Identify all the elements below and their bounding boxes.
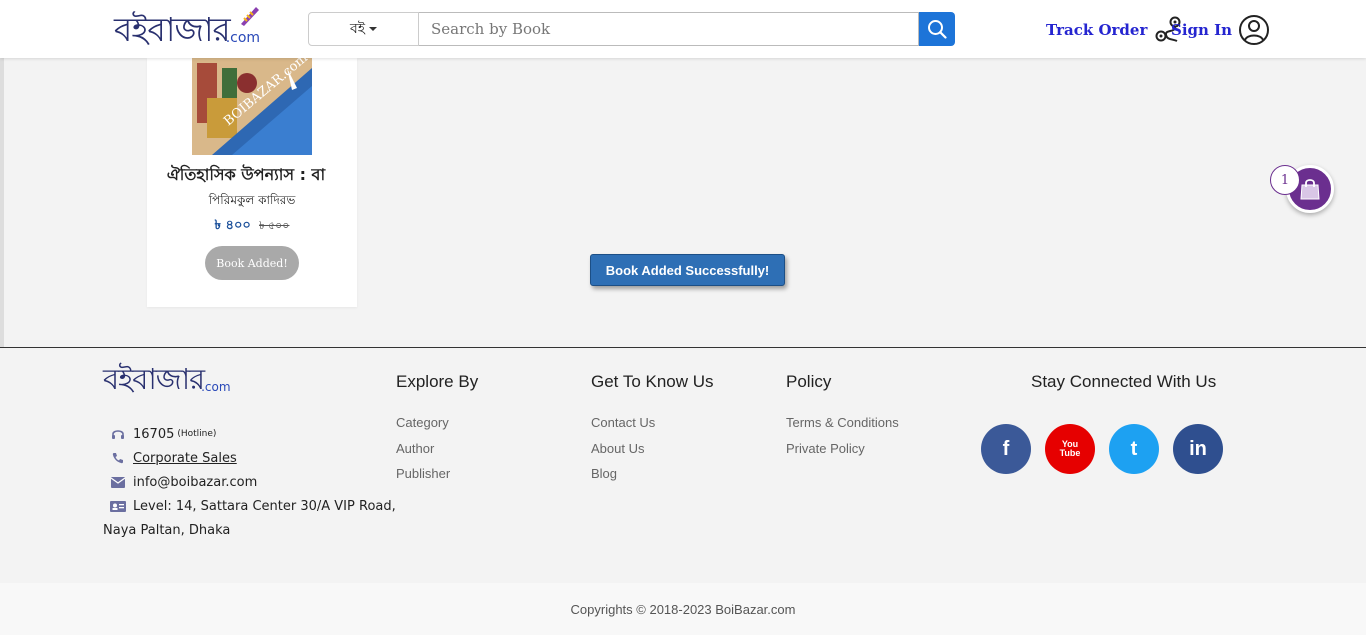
copyright-bar: Copyrights © 2018-2023 BoiBazar.com <box>0 583 1366 635</box>
email-text[interactable]: info@boibazar.com <box>133 475 257 490</box>
cart-count-badge: 1 <box>1270 165 1300 195</box>
youtube-glyph: You Tube <box>1059 439 1081 458</box>
twitter-glyph: t <box>1130 437 1138 460</box>
terms-link[interactable]: Terms & Conditions <box>786 414 899 440</box>
book-added-button[interactable]: Book Added! <box>205 246 299 280</box>
category-select[interactable]: বই <box>308 12 419 46</box>
facebook-glyph: f <box>1002 437 1010 460</box>
hotline-label: (Hotline) <box>177 429 217 439</box>
id-card-icon <box>103 500 133 512</box>
corporate-sales-link[interactable]: Corporate Sales <box>133 451 237 466</box>
footer-contact: 16705 (Hotline) Corporate Sales info@boi… <box>103 422 396 542</box>
book-card[interactable]: BOIBAZAR.com ঐতিহাসিক উপন্যাস : বা পিরিম… <box>147 58 357 307</box>
corporate-row: Corporate Sales <box>103 446 396 470</box>
headset-icon <box>103 427 133 441</box>
search-bar: বই <box>308 12 955 46</box>
footer-logo-text: বইবাজার <box>103 362 205 396</box>
privacy-link[interactable]: Private Policy <box>786 440 899 466</box>
footer-logo-suffix: .com <box>201 380 231 394</box>
book-price: ৳ ৪০০ ৳ ৫০০ <box>147 216 357 237</box>
price-original: ৳ ৫০০ <box>259 219 290 232</box>
search-icon <box>928 20 947 39</box>
search-button[interactable] <box>919 12 955 46</box>
logo-pen-icon <box>241 7 260 26</box>
envelope-icon <box>103 476 133 488</box>
address-line1: Level: 14, Sattara Center 30/A VIP Road, <box>133 498 396 514</box>
policy-column: Policy Terms & Conditions Private Policy <box>786 372 899 465</box>
twitter-icon[interactable]: t <box>1109 424 1159 474</box>
explore-link-author[interactable]: Author <box>396 440 478 466</box>
site-logo[interactable]: বইবাজার .com <box>114 4 260 50</box>
sign-in-label: Sign In <box>1171 21 1233 39</box>
youtube-icon[interactable]: You Tube <box>1045 424 1095 474</box>
social-column: Stay Connected With Us <box>1031 372 1216 414</box>
price-current: ৳ ৪০০ <box>214 218 251 233</box>
user-circle-icon <box>1239 15 1270 45</box>
chevron-down-icon <box>369 27 378 31</box>
blog-link[interactable]: Blog <box>591 465 714 491</box>
track-order-link[interactable]: Track Order <box>1046 15 1183 45</box>
facebook-icon[interactable]: f <box>981 424 1031 474</box>
contact-us-link[interactable]: Contact Us <box>591 414 714 440</box>
policy-heading: Policy <box>786 372 832 391</box>
book-title[interactable]: ঐতিহাসিক উপন্যাস : বা <box>147 162 357 189</box>
linkedin-glyph: in <box>1189 437 1207 460</box>
copyright-text: Copyrights © 2018-2023 BoiBazar.com <box>570 601 796 617</box>
shopping-bag-icon <box>1300 179 1320 200</box>
hotline-number: 16705 <box>133 426 175 442</box>
address-row: Level: 14, Sattara Center 30/A VIP Road, <box>103 494 396 518</box>
explore-link-category[interactable]: Category <box>396 414 478 440</box>
explore-link-publisher[interactable]: Publisher <box>396 465 478 491</box>
hotline-row: 16705 (Hotline) <box>103 422 396 446</box>
know-us-heading: Get To Know Us <box>591 372 714 391</box>
phone-icon <box>103 452 133 464</box>
success-toast: Book Added Successfully! <box>590 254 785 286</box>
site-header: বইবাজার .com বই Track Order <box>0 0 1366 58</box>
know-us-column: Get To Know Us Contact Us About Us Blog <box>591 372 714 491</box>
book-cover-image[interactable]: BOIBAZAR.com <box>192 58 312 155</box>
site-footer: বইবাজার .com 16705 (Hotline) Corporate S… <box>0 347 1366 583</box>
social-heading: Stay Connected With Us <box>1031 372 1217 391</box>
address-line2: Naya Paltan, Dhaka <box>103 522 231 538</box>
about-us-link[interactable]: About Us <box>591 440 714 466</box>
logo-text: বইবাজার <box>114 10 231 49</box>
linkedin-icon[interactable]: in <box>1173 424 1223 474</box>
email-row: info@boibazar.com <box>103 470 396 494</box>
explore-column: Explore By Category Author Publisher <box>396 372 478 491</box>
track-order-label: Track Order <box>1046 21 1148 39</box>
footer-logo[interactable]: বইবাজার .com <box>103 362 231 396</box>
search-input[interactable] <box>419 12 919 46</box>
logo-suffix: .com <box>225 30 261 46</box>
book-author[interactable]: পিরিমকুল কাদিরভ <box>147 192 357 212</box>
main-content: BOIBAZAR.com ঐতিহাসিক উপন্যাস : বা পিরিম… <box>0 58 1366 348</box>
category-select-value: বই <box>349 21 366 37</box>
social-links: f You Tube t in <box>981 424 1223 474</box>
explore-heading: Explore By <box>396 372 479 391</box>
sign-in-link[interactable]: Sign In <box>1171 14 1270 46</box>
